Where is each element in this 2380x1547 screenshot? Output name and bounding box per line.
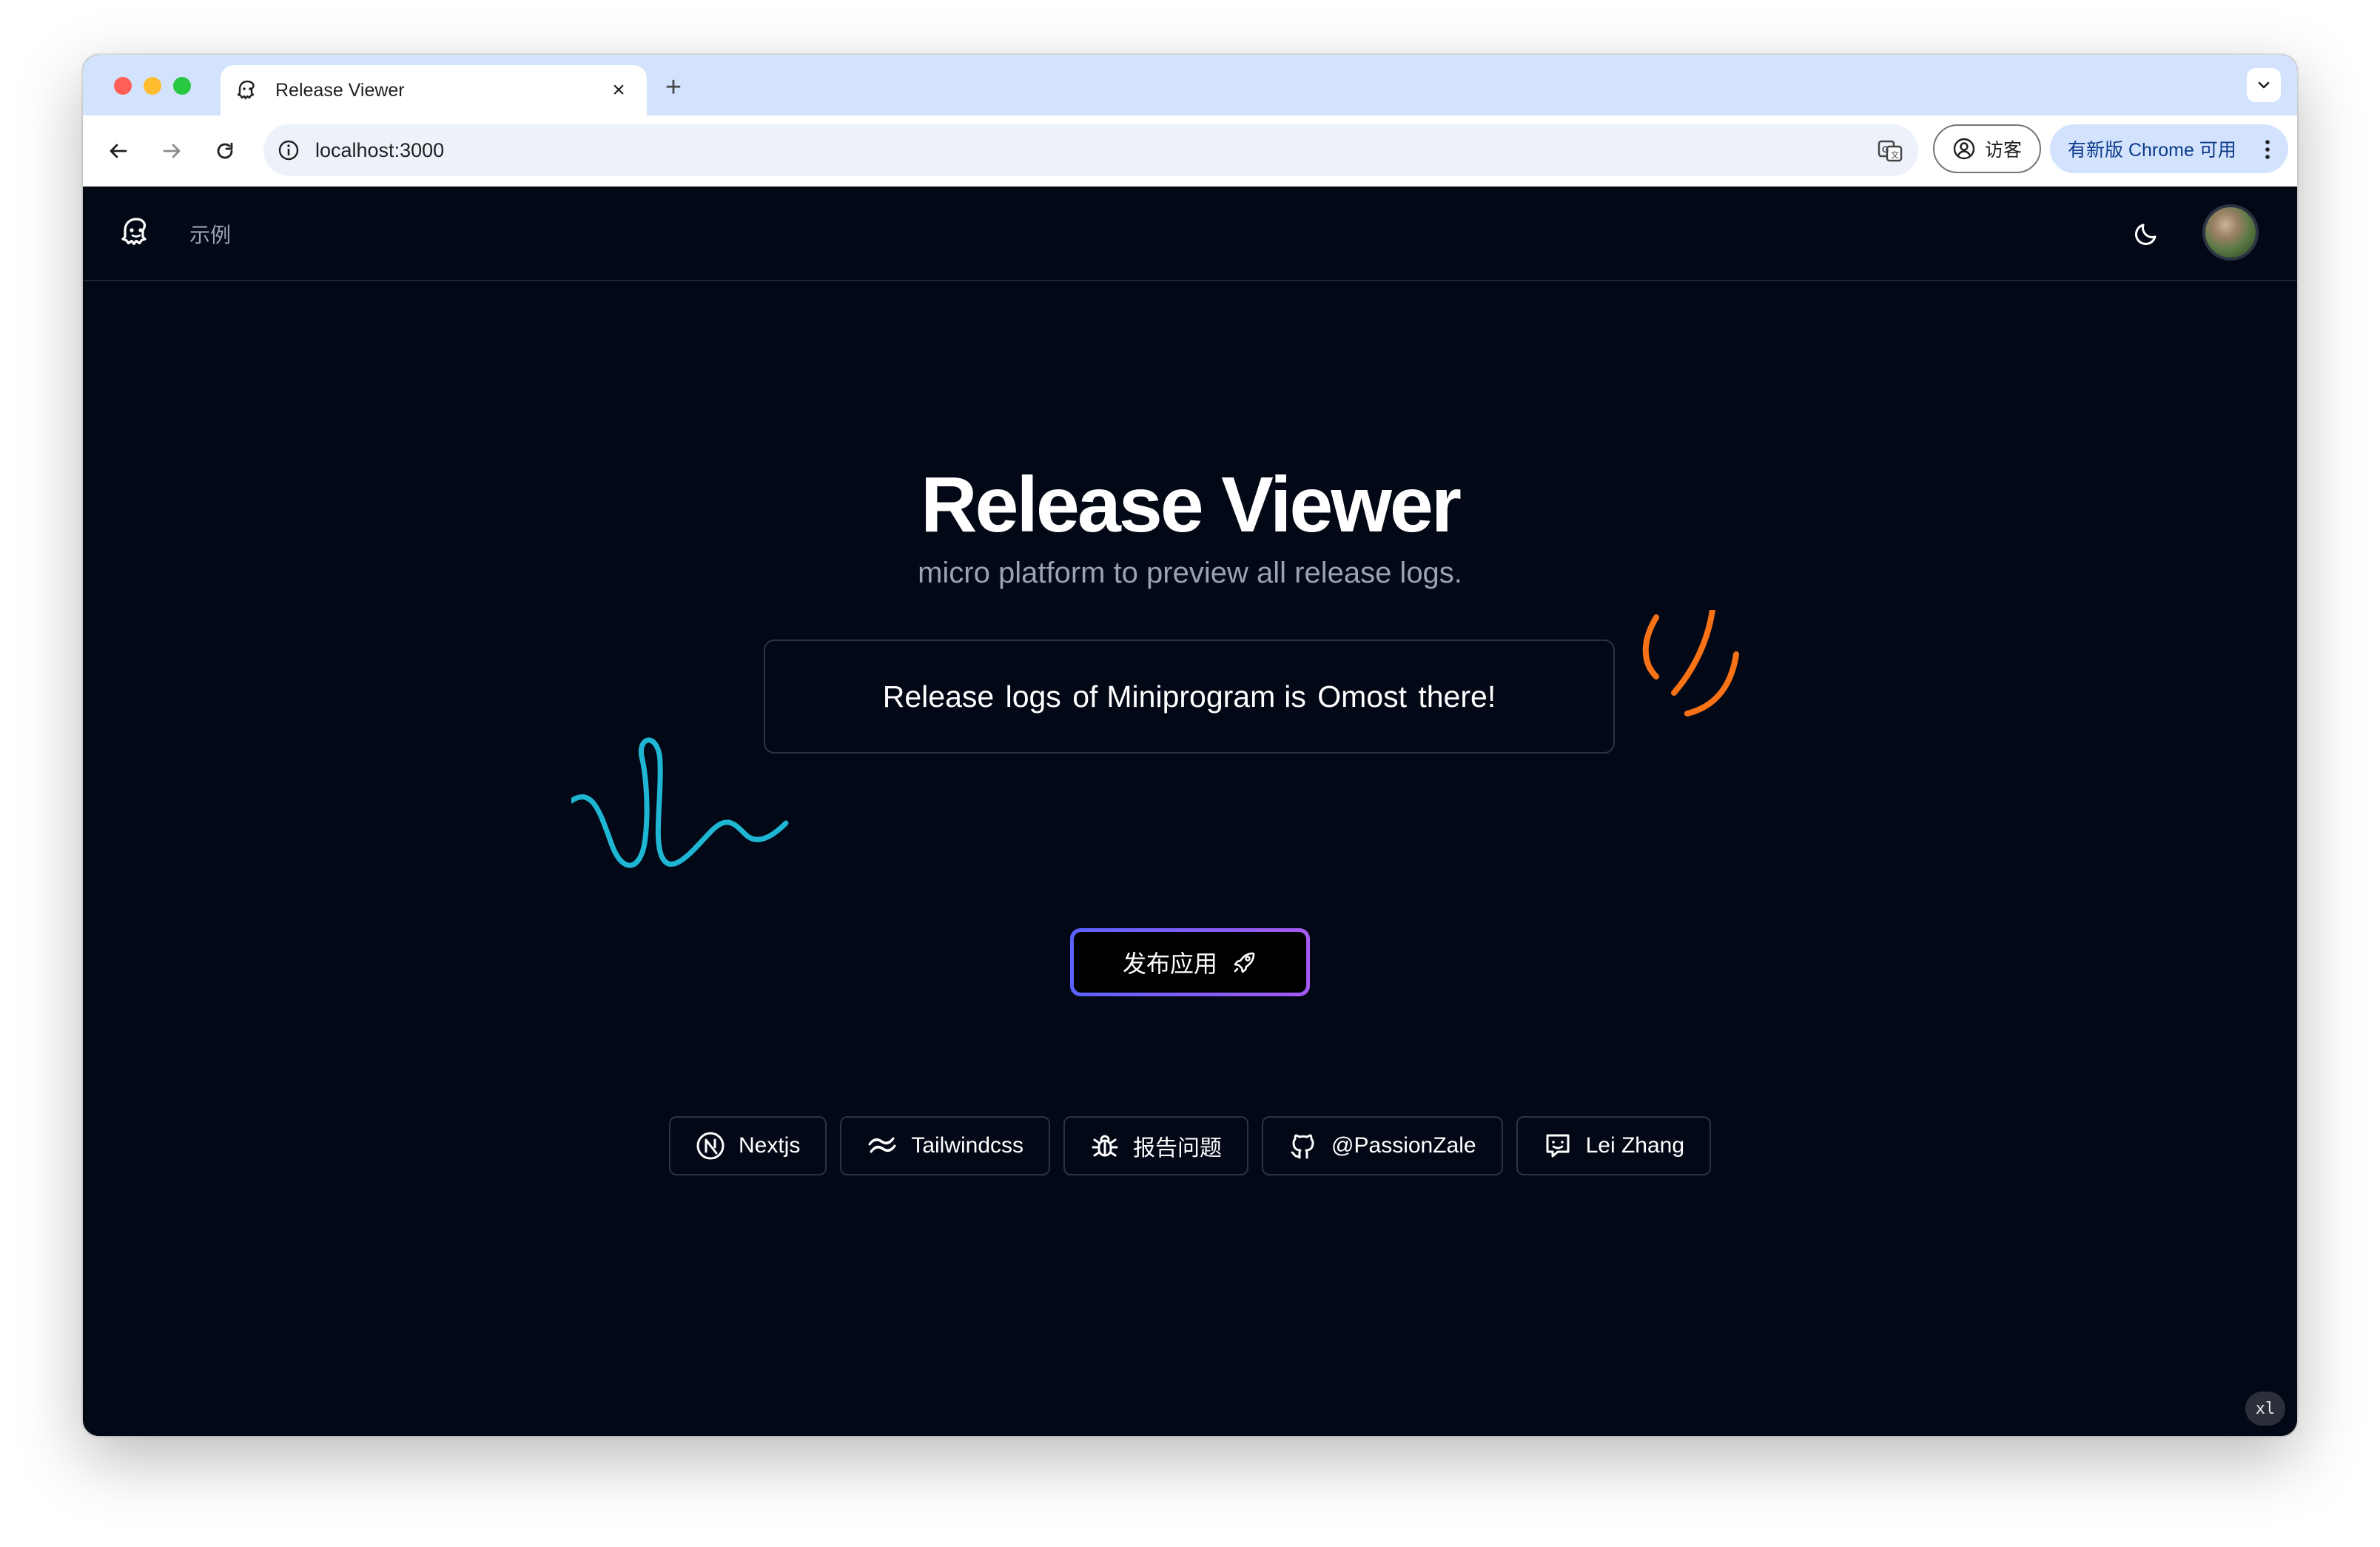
page-title: Release Viewer — [920, 461, 1462, 548]
reload-button[interactable] — [207, 133, 243, 169]
tab-search-button[interactable] — [2247, 68, 2281, 102]
orange-squiggle-decoration — [1642, 610, 1739, 717]
link-label: 报告问题 — [1133, 1136, 1223, 1161]
publish-label: 发布应用 — [1122, 950, 1217, 977]
publish-app-button[interactable]: 发布应用 — [1070, 928, 1310, 996]
tab-strip: Release Viewer × + — [83, 55, 2297, 115]
bug-icon — [1092, 1135, 1118, 1157]
tab-title: Release Viewer — [275, 80, 405, 101]
link-label: @PassionZale — [1331, 1133, 1476, 1158]
close-window-button[interactable] — [114, 77, 132, 95]
link-author[interactable]: Lei Zhang — [1516, 1116, 1712, 1175]
link-label: Nextjs — [738, 1133, 801, 1158]
new-tab-button[interactable]: + — [657, 71, 690, 104]
link-report-issue[interactable]: 报告问题 — [1063, 1116, 1249, 1175]
moon-icon[interactable] — [2130, 216, 2164, 250]
more-vert-icon — [2265, 140, 2270, 159]
ghost-logo-icon[interactable] — [118, 215, 154, 250]
translate-icon[interactable]: G 文 — [1877, 138, 1903, 164]
link-label: Lei Zhang — [1585, 1133, 1685, 1158]
breakpoint-badge: xl — [2245, 1392, 2285, 1426]
site-header: 示例 — [83, 187, 2297, 281]
page-content: 示例 Release Viewer micro platform to prev… — [83, 187, 2297, 1436]
info-icon[interactable] — [277, 138, 300, 162]
footer-links: Nextjs Tailwindcss 报告问题 @PassionZale Lei… — [83, 1116, 2297, 1175]
page-subtitle: micro platform to preview all release lo… — [918, 557, 1462, 589]
blue-squiggle-decoration — [571, 737, 789, 868]
maximize-window-button[interactable] — [173, 77, 191, 95]
chrome-update-button[interactable]: 有新版 Chrome 可用 — [2050, 124, 2288, 173]
banner-text-2: Miniprogram — [1106, 679, 1276, 714]
svg-text:G: G — [1882, 144, 1889, 155]
reload-icon — [217, 142, 233, 159]
link-nextjs[interactable]: Nextjs — [668, 1116, 827, 1175]
avatar[interactable] — [2202, 204, 2259, 261]
url-text: localhost:3000 — [315, 139, 445, 161]
account-circle-icon — [1953, 138, 1975, 160]
address-bar[interactable]: localhost:3000 G 文 — [263, 124, 1918, 176]
svg-text:文: 文 — [1891, 150, 1899, 160]
github-icon — [1291, 1134, 1314, 1159]
forward-button[interactable] — [154, 133, 189, 169]
minimize-window-button[interactable] — [144, 77, 161, 95]
link-tailwindcss[interactable]: Tailwindcss — [840, 1116, 1051, 1175]
chevron-down-icon — [2258, 81, 2270, 89]
guest-label: 访客 — [1984, 140, 2022, 161]
arrow-right-icon — [163, 144, 181, 158]
update-label: 有新版 Chrome 可用 — [2068, 140, 2236, 161]
browser-tab[interactable]: Release Viewer × — [221, 65, 647, 115]
nextjs-icon — [696, 1132, 725, 1160]
ghost-icon — [237, 80, 255, 100]
chat-icon — [1546, 1134, 1570, 1158]
arrow-left-icon — [110, 144, 127, 158]
tab-close-button[interactable]: × — [604, 75, 633, 105]
rocket-icon — [1234, 952, 1255, 973]
banner-text-3: is Omost there! — [1284, 679, 1496, 714]
back-button[interactable] — [101, 133, 136, 169]
browser-toolbar: localhost:3000 G 文 访客 有新版 Chrome 可用 — [83, 115, 2297, 188]
browser-window: Release Viewer × + localhost:3000 G 文 访客… — [83, 55, 2297, 1436]
link-label: Tailwindcss — [911, 1133, 1024, 1158]
tailwind-icon — [868, 1137, 896, 1153]
nav-link-examples[interactable]: 示例 — [189, 219, 231, 249]
link-github[interactable]: @PassionZale — [1262, 1116, 1503, 1175]
banner-text-1: Release logs of — [882, 679, 1098, 714]
release-banner: Release logs of Miniprogram is Omost the… — [764, 640, 1615, 754]
guest-profile-button[interactable]: 访客 — [1933, 124, 2041, 173]
